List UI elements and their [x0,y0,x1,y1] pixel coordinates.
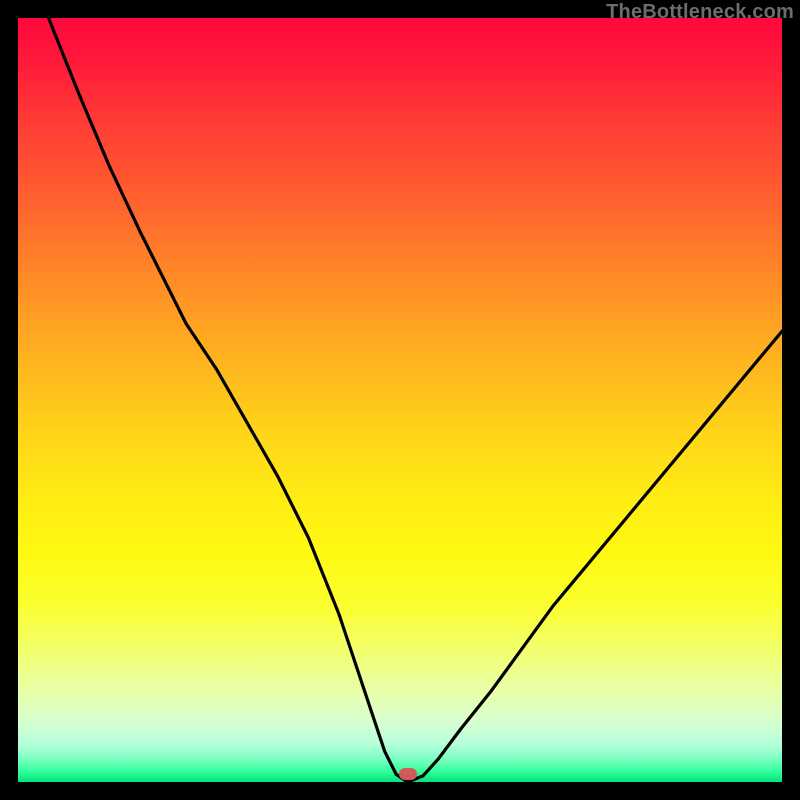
chart-frame: TheBottleneck.com [0,0,800,800]
plot-area [18,18,782,782]
background-gradient [18,18,782,782]
